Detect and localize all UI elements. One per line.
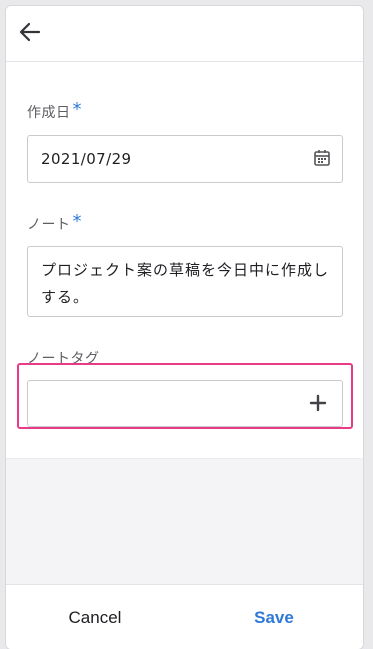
top-bar — [6, 6, 363, 62]
note-tag-field[interactable] — [27, 380, 343, 427]
back-button[interactable] — [16, 18, 44, 46]
edit-note-screen: 作成日 * 2021/07/29 ノート * プロジェクト案の草稿を今日中に作成… — [6, 6, 363, 649]
required-mark: * — [72, 99, 82, 120]
created-date-label: 作成日 * — [27, 99, 82, 122]
note-textarea[interactable]: プロジェクト案の草稿を今日中に作成しする。 — [27, 246, 343, 317]
created-date-field[interactable]: 2021/07/29 — [27, 135, 343, 183]
calendar-icon — [314, 150, 330, 166]
required-mark: * — [72, 211, 82, 232]
note-label-text: ノート — [27, 217, 71, 233]
note-value: プロジェクト案の草稿を今日中に作成しする。 — [41, 261, 330, 306]
save-button[interactable]: Save — [185, 585, 363, 649]
created-date-label-text: 作成日 — [27, 105, 71, 121]
plus-icon — [309, 394, 327, 412]
note-label: ノート * — [27, 211, 82, 234]
note-form: 作成日 * 2021/07/29 ノート * プロジェクト案の草稿を今日中に作成… — [6, 62, 363, 458]
empty-area — [6, 458, 363, 585]
bottom-action-bar: Cancel Save — [6, 584, 363, 649]
cancel-button[interactable]: Cancel — [6, 585, 184, 649]
add-tag-button[interactable] — [308, 393, 328, 413]
created-date-value: 2021/07/29 — [41, 150, 132, 168]
calendar-button[interactable] — [312, 148, 332, 168]
arrow-left-icon — [19, 22, 41, 42]
